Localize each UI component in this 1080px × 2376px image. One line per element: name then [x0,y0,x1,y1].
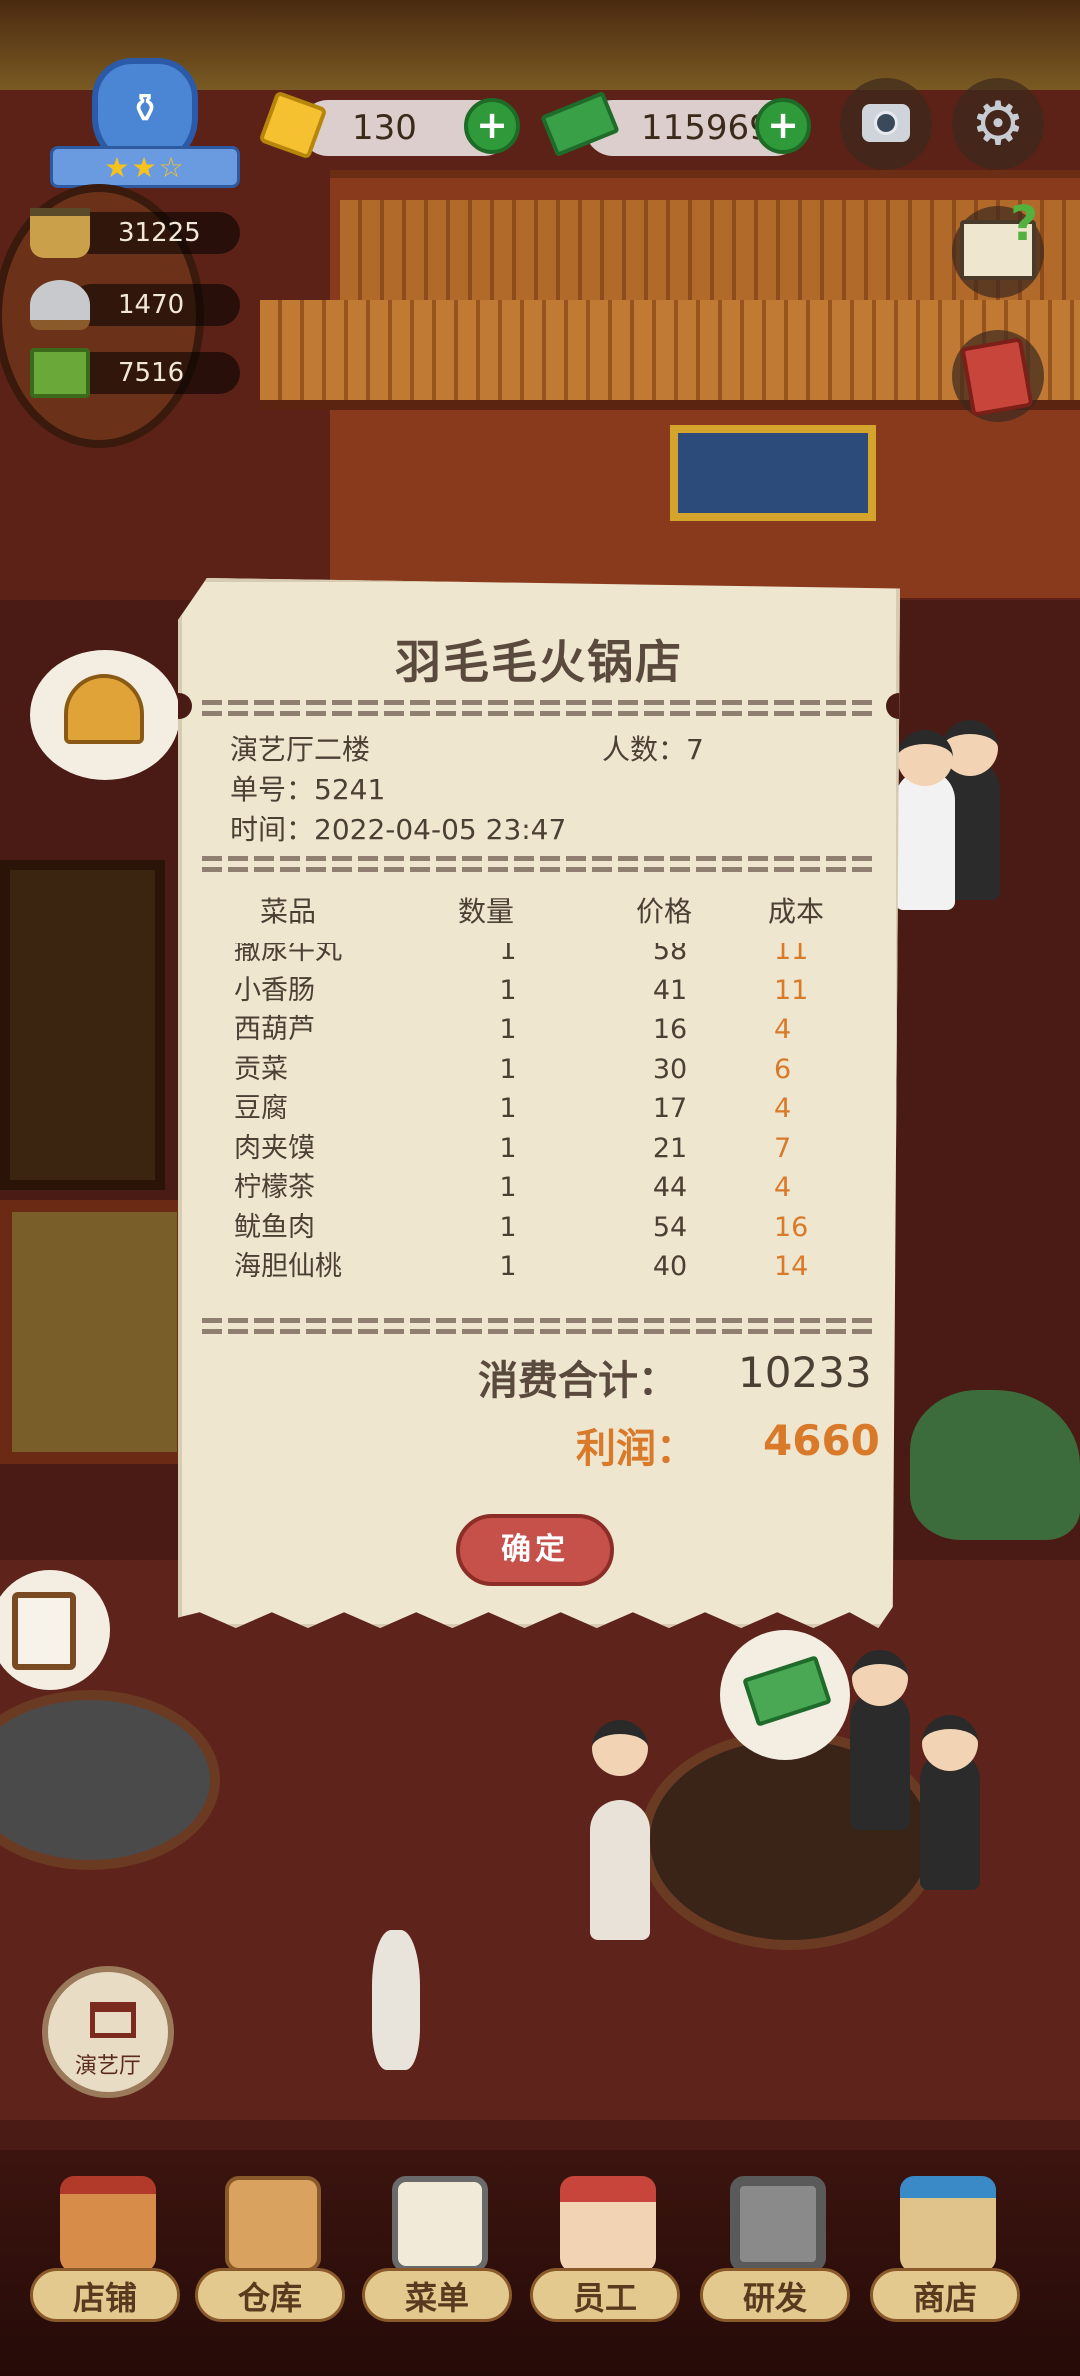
list-item: 贡菜 1 30 6 [234,1053,792,1085]
storefront-icon [60,2176,156,2272]
stat-row-recipe: 7516 [30,348,240,398]
cooking-bowl-icon: ⚱ [128,86,162,132]
list-item: 海胆仙桃 1 40 14 [234,1251,809,1282]
hall-name: 演艺厅二楼 [230,733,371,766]
camera-button[interactable] [840,78,932,170]
nav-research[interactable]: 研发 [700,2168,850,2368]
confirm-button[interactable]: 确定 [456,1514,614,1586]
menu-clipboard-icon [392,2176,488,2272]
receipt-divider [202,856,876,872]
nav-label: 店铺 [30,2268,180,2322]
add-cash-button[interactable]: + [755,98,811,154]
guide-button[interactable]: ? [952,196,1044,298]
serving-plate-icon [30,280,90,330]
hall-switch-label: 演艺厅 [74,2054,141,2079]
customer[interactable] [895,770,955,910]
store-icon [900,2176,996,2272]
stat-value: 7516 [118,358,185,388]
nav-menu[interactable]: 菜单 [362,2168,512,2368]
gear-icon: ⚙ [971,89,1025,159]
payment-bubble[interactable] [720,1630,850,1760]
list-item: 豆腐 1 17 4 [234,1093,792,1124]
profit-value: 4660 [763,1416,880,1465]
jade-dragon-statue [910,1390,1080,1540]
column-header-dish: 菜品 [260,895,317,928]
gem-counter: 130 + [300,98,520,156]
stat-value: 31225 [118,218,201,248]
bell-icon [64,674,144,744]
nav-warehouse[interactable]: 仓库 [195,2168,345,2368]
nav-label: 菜单 [362,2268,512,2322]
column-header-cost: 成本 [768,895,825,928]
nav-label: 商店 [870,2268,1020,2322]
list-item: 肉夹馍 1 21 7 [234,1132,792,1164]
hall-icon [90,2002,136,2038]
nav-label: 仓库 [195,2268,345,2322]
total-value: 10233 [738,1348,872,1397]
hotpot-icon [30,208,90,258]
settings-button[interactable]: ⚙ [952,78,1044,170]
customer-head [922,1715,978,1771]
warehouse-boxes-icon [225,2176,321,2272]
star-rating-icon: ★★☆ [104,151,186,184]
cash-icon [540,86,620,166]
total-label: 消费合计： [478,1358,678,1404]
guest-count: 人数：7 [602,733,704,766]
column-header-price: 价格 [636,895,693,928]
nav-shop[interactable]: 店铺 [30,2168,180,2368]
folding-screen-lower [0,1200,189,1464]
help-book-icon: ? [960,196,1038,280]
customer[interactable] [590,1800,650,1940]
nav-label: 员工 [530,2268,680,2322]
list-item: 小香肠 1 41 11 [234,974,809,1006]
clipboard-icon [12,1592,76,1670]
column-header-qty: 数量 [458,895,515,928]
order-time: 时间：2022-04-05 23:47 [230,813,567,846]
stat-value: 1470 [118,290,185,320]
order-number: 单号：5241 [230,773,386,806]
list-item: 柠檬茶 1 44 4 [234,1172,792,1203]
notebook-icon [960,337,1034,417]
hall-switch-button[interactable]: 演艺厅 [42,1966,174,2098]
stage-sign [670,425,876,521]
staff-chef-icon [560,2176,656,2272]
gem-icon [258,88,328,160]
nav-label: 研发 [700,2268,850,2322]
add-gems-button[interactable]: + [464,98,520,154]
receipt-divider [202,1318,876,1334]
receipt-divider [202,700,876,716]
porcelain-vase [372,1930,420,2070]
customer-head [592,1720,648,1776]
profit-label: 利润： [576,1426,696,1472]
restaurant-name: 羽毛毛火锅店 [395,635,683,689]
customer-head [897,730,953,786]
customer[interactable] [920,1750,980,1890]
nav-store[interactable]: 商店 [870,2168,1020,2368]
gem-count: 130 [352,108,417,148]
list-item: 撒尿牛丸 1 58 11 [234,943,809,966]
wok-research-icon [730,2176,826,2272]
nav-staff[interactable]: 员工 [530,2168,680,2368]
camera-icon [862,104,910,142]
service-bell-bubble[interactable] [30,650,180,780]
recipe-book-icon [30,348,90,398]
stat-row-pot: 31225 [30,208,240,258]
customer[interactable] [850,1690,910,1830]
restaurant-level-badge[interactable]: ⚱ ★★☆ [50,58,240,188]
list-item: 西葫芦 1 16 4 [234,1014,792,1045]
money-icon [742,1655,832,1727]
customer-head [852,1650,908,1706]
list-item: 鱿鱼肉 1 54 16 [234,1211,809,1243]
order-items-list[interactable]: 撒尿牛丸 1 58 11 小香肠 1 41 11 西葫芦 1 16 4 贡菜 1… [178,943,900,1299]
folding-screen [0,860,165,1190]
bill-receipt-dialog: 羽毛毛火锅店 演艺厅二楼 人数：7 单号：5241 时间：2022-04-05 … [178,578,900,1628]
notebook-button[interactable] [952,330,1044,422]
stat-row-plate: 1470 [30,280,240,330]
cash-count: 115969 [641,108,771,148]
